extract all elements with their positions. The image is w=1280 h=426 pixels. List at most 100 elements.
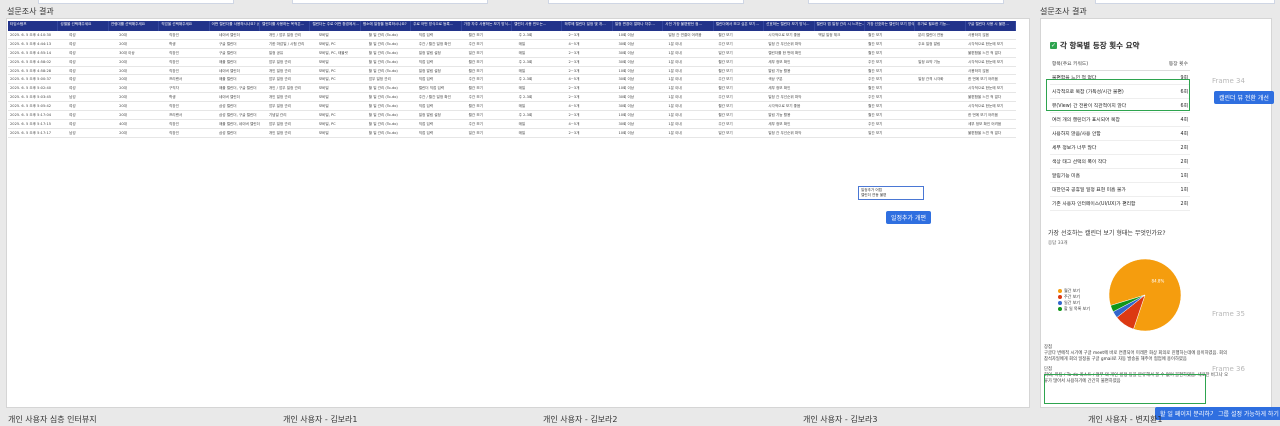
table-cell: 업무 일정 관리: [268, 121, 291, 126]
table-cell: 삼성 캘린더: [218, 104, 237, 109]
table-cell: 학생: [169, 95, 176, 100]
table-row[interactable]: 2025. 6. 5 오후 5:02:40 여성 20대 구직자 애플 캘린더, 구글 …: [8, 84, 1016, 94]
frame-title-right[interactable]: 설문조사 결과: [1040, 6, 1087, 17]
table-row[interactable]: 2025. 6. 5 오후 5:17:17 남성 20대 직장인 삼성 캘린더 개인 일정…: [8, 129, 1016, 138]
table-cell: 직접 입력: [418, 121, 434, 126]
table-cell: 매일: [518, 121, 526, 126]
table-cell: 주 2-3회: [518, 113, 533, 118]
table-cell: [916, 67, 966, 75]
table-cell: 일정 간 연결이 어려움: [668, 33, 702, 37]
table-cell: 20대: [119, 41, 127, 46]
table-header: 타임스탬프 성별을 선택해주세요 연령대를 선택해주세요 직업을 선택해주세요 어떤 캘…: [8, 21, 1016, 31]
table-cell: 삼성 캘린더: [218, 130, 237, 135]
summary-item: 기존 사용자 인터페이스(UI/UX)가 편리함: [1050, 196, 1161, 211]
table-cell: 월간 보기: [718, 68, 733, 73]
table-cell: 직장인: [169, 59, 179, 64]
table-cell: 4~5개: [568, 41, 580, 46]
separate-todo-page-button[interactable]: 할 일 페이지 분리하기: [1155, 407, 1221, 420]
table-cell: 30회 이상: [618, 50, 635, 55]
annotation-box[interactable]: 일정추가 어렵 캘린더 연동 불편: [858, 186, 924, 200]
table-cell: 주간 보기: [868, 95, 883, 100]
table-row[interactable]: 2025. 6. 5 오후 4:44:13 여성 20대 학생 구글 캘린더 기한 마감일…: [8, 40, 1016, 49]
table-cell: 기한 마감일 / 시험 관리: [268, 41, 305, 46]
table-cell: 2~3개: [568, 59, 580, 64]
table-cell: 모바일, PC: [318, 68, 336, 73]
table-cell: 모바일: [318, 104, 329, 109]
table-cell: [916, 120, 966, 128]
top-frame-chip[interactable]: [548, 0, 744, 4]
add-schedule-redesign-button[interactable]: 일정추가 개편: [886, 211, 932, 224]
table-row[interactable]: 2025. 6. 5 오후 4:58:28 여성 20대 직장인 네이버 캘린더 개인 일…: [8, 67, 1016, 76]
table-cell: 여성: [69, 86, 76, 91]
table-header-cell: 직업을 선택해주세요: [159, 21, 210, 31]
table-cell: 일간 보기: [468, 130, 483, 135]
top-frame-chip[interactable]: [292, 0, 488, 4]
frame-title-kimbora3[interactable]: 개인 사용자 - 김보라3: [803, 414, 878, 425]
table-cell: 캘린더 직접 입력: [418, 86, 445, 91]
table-cell: 2025. 6. 5 오후 5:03:45: [10, 95, 52, 100]
table-row[interactable]: 2025. 6. 5 오후 5:03:45 남성 20대 학생 네이버 캘린더 개인 일정…: [8, 93, 1016, 103]
table-cell: 여성: [69, 104, 76, 109]
table-cell: 월간 보기: [718, 86, 733, 91]
table-cell: 월간 보기: [468, 68, 483, 73]
table-cell: 20대: [119, 104, 127, 109]
table-body: 2025. 6. 5 오후 4:10:30 여성 20대 직장인 네이버 캘린더 개인 /…: [8, 31, 1016, 138]
table-cell: 프리랜서: [169, 77, 183, 82]
table-cell: 직접 입력: [418, 130, 434, 135]
table-cell: 여성: [69, 41, 76, 46]
table-cell: 1분 이내: [668, 95, 682, 100]
table-row[interactable]: 2025. 6. 5 오후 4:55:14 여성 30대 이상 직장인 구글 캘린더 일정…: [8, 49, 1016, 58]
table-cell: 할 일 관리 (To-do): [368, 41, 398, 46]
summary-item: 여러 개의 캘린더가 표시되어 복잡: [1050, 112, 1161, 127]
frame-title-kimbora2[interactable]: 개인 사용자 - 김보라2: [543, 414, 618, 425]
table-row[interactable]: 2025. 6. 5 오후 5:17:04 여성 20대 프리랜서 삼성 캘린더, 구글…: [8, 111, 1016, 120]
table-cell: 1분 이내: [668, 104, 682, 109]
frame-title-byunjihwan1[interactable]: 개인 사용자 - 변지환1: [1088, 414, 1163, 425]
table-cell: 1분 이내: [668, 130, 682, 135]
table-cell: 시각적으로 보기 좋음: [768, 33, 801, 37]
table-row[interactable]: 2025. 6. 5 오후 5:00:37 여성 20대 프리랜서 애플 캘린더 업무 일…: [8, 75, 1016, 85]
table-cell: 주간 보기: [718, 95, 733, 100]
table-cell: 구글 캘린더: [218, 50, 237, 55]
table-cell: 알림 기능 활용: [768, 68, 791, 73]
frame-title-kimbora1[interactable]: 개인 사용자 - 김보라1: [283, 414, 358, 425]
table-cell: 2~3개: [568, 113, 580, 118]
group-setting-button[interactable]: 그룹 설정 가능하게 하기: [1213, 407, 1280, 420]
frame-title-main[interactable]: 설문조사 결과: [7, 6, 54, 17]
table-cell: 사용하지 않음: [968, 33, 989, 37]
table-cell: [816, 84, 866, 92]
table-row[interactable]: 2025. 6. 5 오후 5:17:15 여성 40대 직장인 애플 캘린더, 네이버…: [8, 120, 1016, 129]
table-cell: 직접 입력: [418, 104, 434, 109]
table-cell: 2025. 6. 5 오후 5:02:40: [10, 86, 52, 91]
top-frame-chip[interactable]: [1095, 0, 1275, 4]
top-frame-chip[interactable]: [38, 0, 234, 4]
table-cell: 월간 보기: [468, 104, 483, 109]
table-cell: 40대: [119, 121, 127, 126]
table-row[interactable]: 2025. 6. 5 오후 4:58:02 여성 20대 직장인 애플 캘린더 업무 일정…: [8, 58, 1016, 67]
table-cell: 주간 / 월간 일정 확인: [418, 41, 451, 46]
table-cell: 2025. 6. 5 오후 4:10:30: [10, 33, 52, 37]
table-cell: 불편함을 느낀 적 없다: [968, 95, 1002, 100]
table-header-cell: 가장 자주 사용하는 보기 방식…: [462, 21, 513, 31]
table-cell: 월간 보기: [468, 113, 483, 118]
table-cell: 한 번에 보기 어려움: [968, 77, 998, 82]
table-cell: 1분 이내: [668, 121, 682, 126]
table-cell: 1분 이내: [668, 41, 682, 46]
view-switch-improve-button[interactable]: 캘린더 뷰 전환 개선: [1214, 91, 1274, 104]
table-header-cell: 사전 가장 불편했던 점…: [663, 21, 714, 31]
table-cell: 주간 보기: [868, 121, 883, 126]
table-cell: 모바일: [318, 130, 329, 135]
table-cell: 한 번에 보기 어려움: [968, 113, 998, 118]
top-frame-chip[interactable]: [808, 0, 1004, 4]
table-row[interactable]: 2025. 6. 5 오후 5:05:42 여성 20대 직장인 삼성 캘린더 업무 일정…: [8, 102, 1016, 112]
frame-title-interview[interactable]: 개인 사용자 심층 인터뷰지: [8, 414, 97, 425]
table-cell: 업무 일정 관리: [268, 59, 291, 64]
table-row[interactable]: 2025. 6. 5 오후 4:10:30 여성 20대 직장인 네이버 캘린더 개인 /…: [8, 31, 1016, 40]
table-cell: 2~3개: [568, 95, 580, 100]
summary-row: 대한민국 공휴일 일정 표현 미흡 불가 1회: [1050, 182, 1190, 197]
table-cell: 사용하지 않음: [968, 68, 989, 73]
table-cell: 20대: [119, 113, 127, 118]
summary-count: 2회: [1160, 154, 1190, 169]
table-header-cell: 연령대를 선택해주세요: [109, 21, 160, 31]
table-cell: 여성: [69, 121, 76, 126]
